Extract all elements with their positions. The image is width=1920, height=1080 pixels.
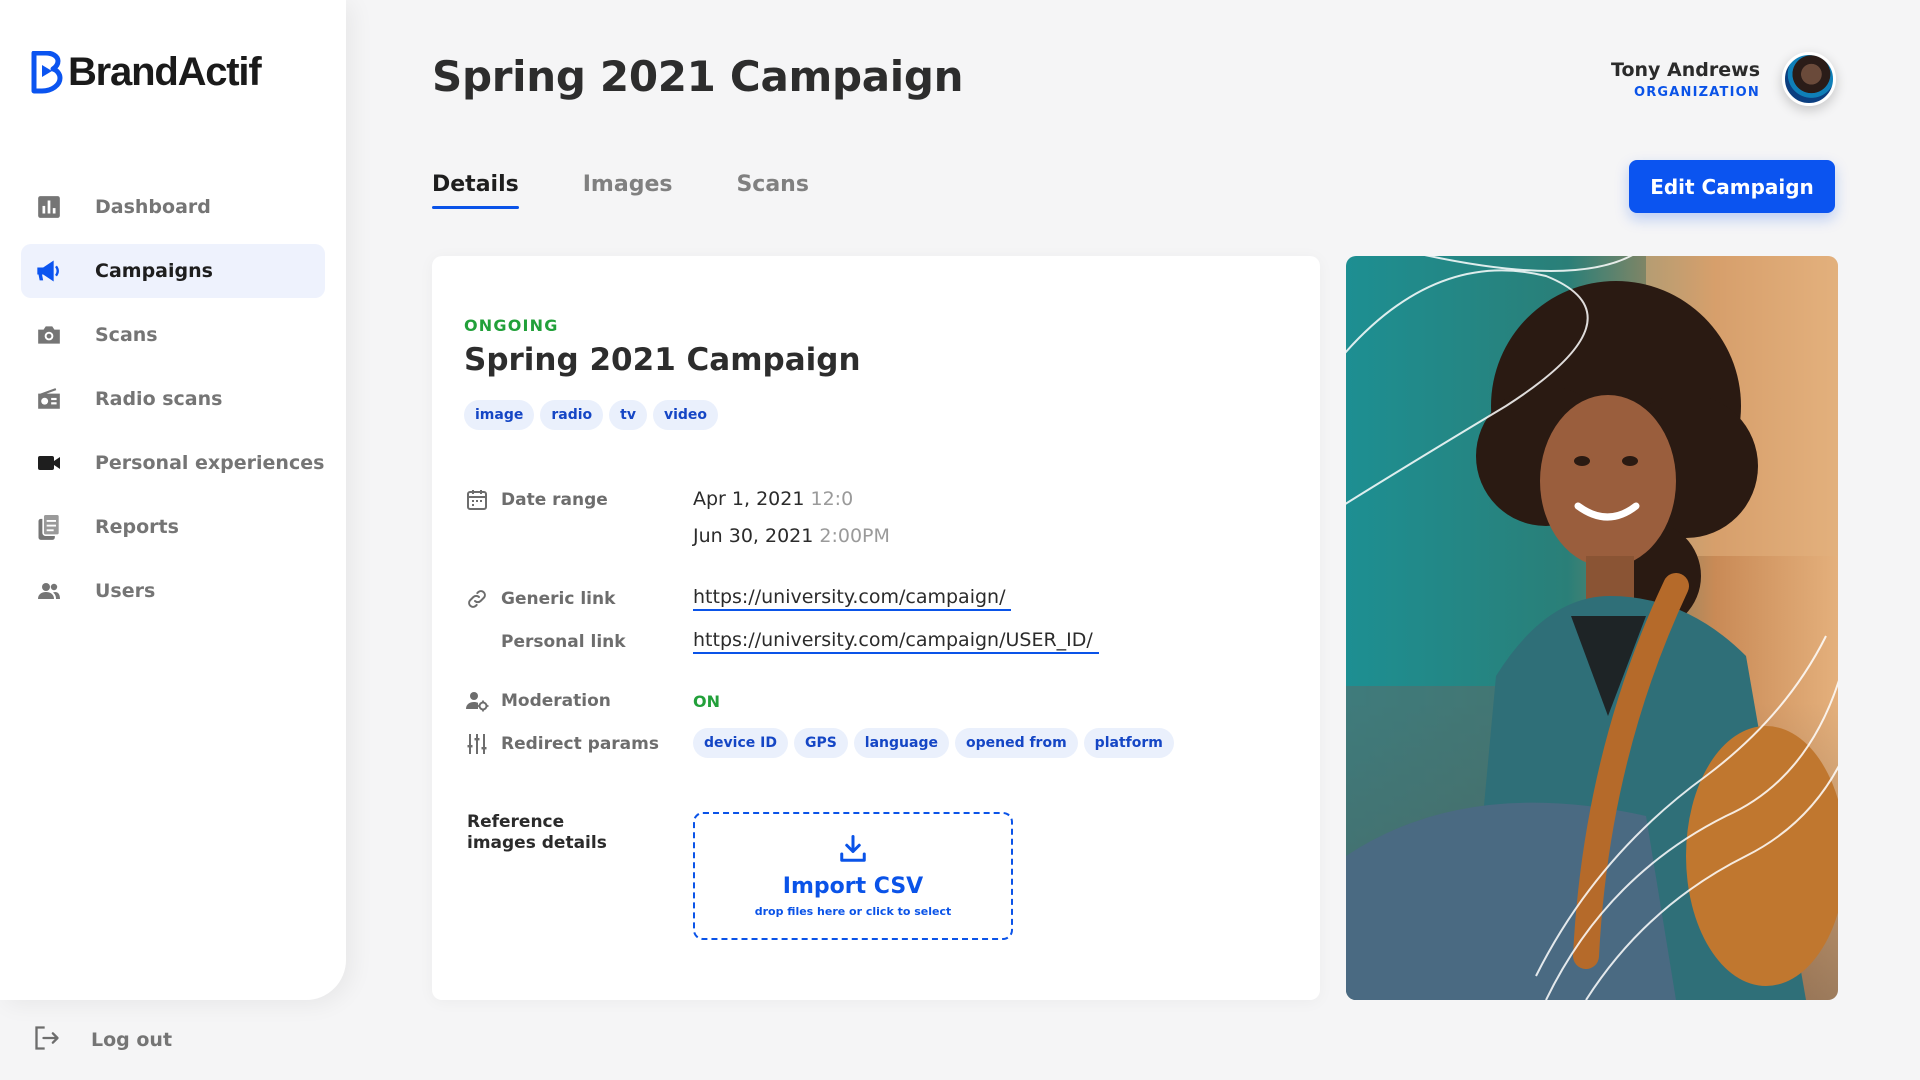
sidebar-nav: Dashboard Campaigns Scans Radio scans Pe… [21, 180, 325, 628]
campaign-image-illustration [1346, 256, 1838, 1000]
moderation-label: Moderation [501, 691, 611, 711]
brand-name: BrandActif [68, 50, 262, 94]
moderation-status: ON [693, 692, 720, 711]
brand-logo[interactable]: BrandActif [30, 50, 262, 95]
campaign-details-card: ONGOING Spring 2021 Campaign image radio… [432, 256, 1320, 1000]
brand-logo-icon [31, 50, 63, 93]
video-camera-icon [33, 447, 65, 479]
logout-label: Log out [91, 1029, 173, 1051]
tab-images[interactable]: Images [583, 172, 673, 209]
redirect-param-tag: GPS [793, 728, 848, 758]
redirect-param-tags: device ID GPS language opened from platf… [693, 728, 1174, 758]
generic-link-row: https://university.com/campaign/ [693, 586, 1012, 611]
personal-link[interactable]: https://university.com/campaign/USER_ID/ [693, 629, 1099, 654]
sidebar-item-personal-experiences[interactable]: Personal experiences [21, 436, 325, 490]
generic-link[interactable]: https://university.com/campaign/ [693, 586, 1012, 611]
redirect-param-tag: platform [1083, 728, 1174, 758]
users-icon [33, 575, 65, 607]
personal-link-label: Personal link [501, 632, 626, 652]
channel-tag: video [652, 400, 719, 430]
sliders-icon [465, 732, 489, 756]
documents-icon [33, 511, 65, 543]
channel-tag: radio [540, 400, 604, 430]
import-csv-hint: drop files here or click to select [754, 905, 952, 918]
sidebar-item-label: Users [95, 580, 156, 602]
start-date: Apr 1, 2021 [693, 488, 805, 510]
end-date: Jun 30, 2021 [693, 525, 814, 547]
import-csv-title: Import CSV [782, 874, 924, 899]
sidebar-item-label: Personal experiences [95, 452, 325, 474]
sidebar-item-label: Reports [95, 516, 179, 538]
channel-tag: tv [609, 400, 647, 430]
megaphone-icon [33, 255, 65, 287]
sidebar-item-label: Dashboard [95, 196, 211, 218]
user-settings-icon [465, 689, 489, 713]
avatar[interactable] [1782, 52, 1836, 106]
start-time: 12:0 [810, 488, 854, 510]
campaign-tabs: Details Images Scans [432, 172, 809, 209]
edit-campaign-button[interactable]: Edit Campaign [1629, 160, 1835, 213]
radio-icon [33, 383, 65, 415]
csv-dropzone[interactable]: Import CSV drop files here or click to s… [693, 812, 1013, 940]
personal-link-row: https://university.com/campaign/USER_ID/ [693, 629, 1099, 654]
generic-link-label: Generic link [501, 589, 616, 609]
sidebar-item-reports[interactable]: Reports [21, 500, 325, 554]
status-badge: ONGOING [464, 316, 559, 335]
user-profile[interactable]: Tony Andrews ORGANIZATION [1611, 52, 1836, 106]
user-role: ORGANIZATION [1633, 84, 1760, 100]
campaign-image [1346, 256, 1838, 1000]
user-info: Tony Andrews ORGANIZATION [1611, 59, 1760, 100]
sidebar-item-campaigns[interactable]: Campaigns [21, 244, 325, 298]
page-title: Spring 2021 Campaign [432, 52, 964, 101]
tab-details[interactable]: Details [432, 172, 519, 209]
user-name: Tony Andrews [1611, 58, 1760, 81]
campaign-title: Spring 2021 Campaign [464, 342, 861, 378]
link-icon [465, 587, 489, 611]
sidebar-item-users[interactable]: Users [21, 564, 325, 618]
calendar-icon [465, 488, 489, 512]
sidebar-item-label: Scans [95, 324, 158, 346]
tab-scans[interactable]: Scans [736, 172, 809, 209]
end-time: 2:00PM [819, 525, 890, 547]
download-icon [837, 834, 869, 868]
redirect-param-tag: device ID [693, 728, 788, 758]
sidebar-item-label: Campaigns [95, 260, 213, 282]
redirect-params-label: Redirect params [501, 734, 659, 754]
redirect-param-tag: language [853, 728, 949, 758]
sidebar-item-radio-scans[interactable]: Radio scans [21, 372, 325, 426]
channel-tags: image radio tv video [464, 400, 719, 430]
sidebar-item-scans[interactable]: Scans [21, 308, 325, 362]
bar-chart-icon [33, 191, 65, 223]
camera-icon [33, 319, 65, 351]
sidebar-item-label: Radio scans [95, 388, 223, 410]
logout-icon [33, 1024, 61, 1056]
date-range-end: Jun 30, 2021 2:00PM [693, 525, 890, 547]
date-range-label: Date range [501, 490, 608, 510]
date-range-start: Apr 1, 2021 12:0 [693, 488, 853, 510]
sidebar-item-dashboard[interactable]: Dashboard [21, 180, 325, 234]
redirect-param-tag: opened from [954, 728, 1078, 758]
channel-tag: image [464, 400, 535, 430]
sidebar: BrandActif Dashboard Campaigns Scans Rad… [0, 0, 346, 1000]
reference-images-label: Reference images details [467, 812, 607, 853]
logout-button[interactable]: Log out [33, 1024, 172, 1056]
